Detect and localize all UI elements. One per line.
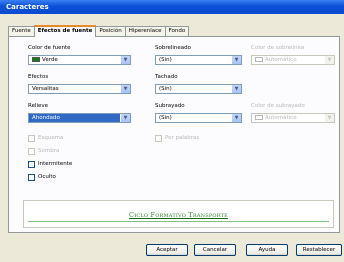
relief-value: Ahondado <box>32 115 60 121</box>
effects-value: Versalitas <box>32 86 59 92</box>
font-color-swatch <box>32 57 40 62</box>
chevron-down-icon[interactable]: ▼ <box>231 114 241 122</box>
chevron-down-icon[interactable]: ▼ <box>324 56 334 64</box>
effects-select[interactable]: Versalitas ▼ <box>28 84 131 94</box>
words-only-label: Por palabras <box>165 135 200 141</box>
underline-color-select[interactable]: Automático ▼ <box>251 113 335 123</box>
underline-color-swatch <box>255 115 263 120</box>
font-color-select[interactable]: Verde ▼ <box>28 55 131 65</box>
underline-value: (Sin) <box>159 115 172 121</box>
underline-color-label: Color de subrayado <box>251 103 305 109</box>
chevron-down-icon[interactable]: ▼ <box>231 85 241 93</box>
font-color-label: Color de fuente <box>28 45 71 51</box>
effects-label: Efectos <box>28 74 49 80</box>
overline-select[interactable]: (Sin) ▼ <box>155 55 242 65</box>
hidden-label: Oculto <box>38 174 56 180</box>
accept-button[interactable]: Aceptar <box>146 244 188 256</box>
chevron-down-icon[interactable]: ▼ <box>120 56 130 64</box>
outline-checkbox[interactable] <box>28 135 35 142</box>
characters-dialog: Caracteres Fuente Efectos de fuente Posi… <box>0 0 344 262</box>
cancel-button[interactable]: Cancelar <box>194 244 236 256</box>
window-title: Caracteres <box>6 3 49 11</box>
preview-baseline <box>28 221 329 222</box>
overline-color-swatch <box>255 57 263 62</box>
blinking-checkbox[interactable] <box>28 161 35 168</box>
overline-color-label: Color de sobrelínea <box>251 45 305 51</box>
tab-font-effects[interactable]: Efectos de fuente <box>33 25 97 37</box>
font-color-value: Verde <box>42 57 58 63</box>
relief-select[interactable]: Ahondado ▼ <box>28 113 131 123</box>
preview-box: Ciclo Formativo Transporte <box>23 200 334 228</box>
chevron-down-icon[interactable]: ▼ <box>120 114 130 122</box>
overline-label: Sobrelineado <box>155 45 192 51</box>
relief-label: Relieve <box>28 103 49 109</box>
underline-color-value: Automático <box>265 115 297 121</box>
overline-color-select[interactable]: Automático ▼ <box>251 55 335 65</box>
chevron-down-icon[interactable]: ▼ <box>324 114 334 122</box>
overline-value: (Sin) <box>159 57 172 63</box>
underline-label: Subrayado <box>155 103 185 109</box>
hidden-checkbox[interactable] <box>28 174 35 181</box>
underline-select[interactable]: (Sin) ▼ <box>155 113 242 123</box>
shadow-checkbox[interactable] <box>28 148 35 155</box>
chevron-down-icon[interactable]: ▼ <box>120 85 130 93</box>
outline-label: Esquema <box>38 135 64 141</box>
overline-color-value: Automático <box>265 57 297 63</box>
strikethrough-select[interactable]: (Sin) ▼ <box>155 84 242 94</box>
shadow-label: Sombra <box>38 148 60 154</box>
strikethrough-label: Tachado <box>155 74 178 80</box>
strikethrough-value: (Sin) <box>159 86 172 92</box>
chevron-down-icon[interactable]: ▼ <box>231 56 241 64</box>
reset-button[interactable]: Restablecer <box>296 244 342 256</box>
words-only-checkbox[interactable] <box>155 135 162 142</box>
help-button[interactable]: Ayuda <box>246 244 288 256</box>
blinking-label: Intermitente <box>38 161 73 167</box>
preview-text: Ciclo Formativo Transporte <box>129 211 228 219</box>
title-bar[interactable]: Caracteres <box>0 0 344 14</box>
